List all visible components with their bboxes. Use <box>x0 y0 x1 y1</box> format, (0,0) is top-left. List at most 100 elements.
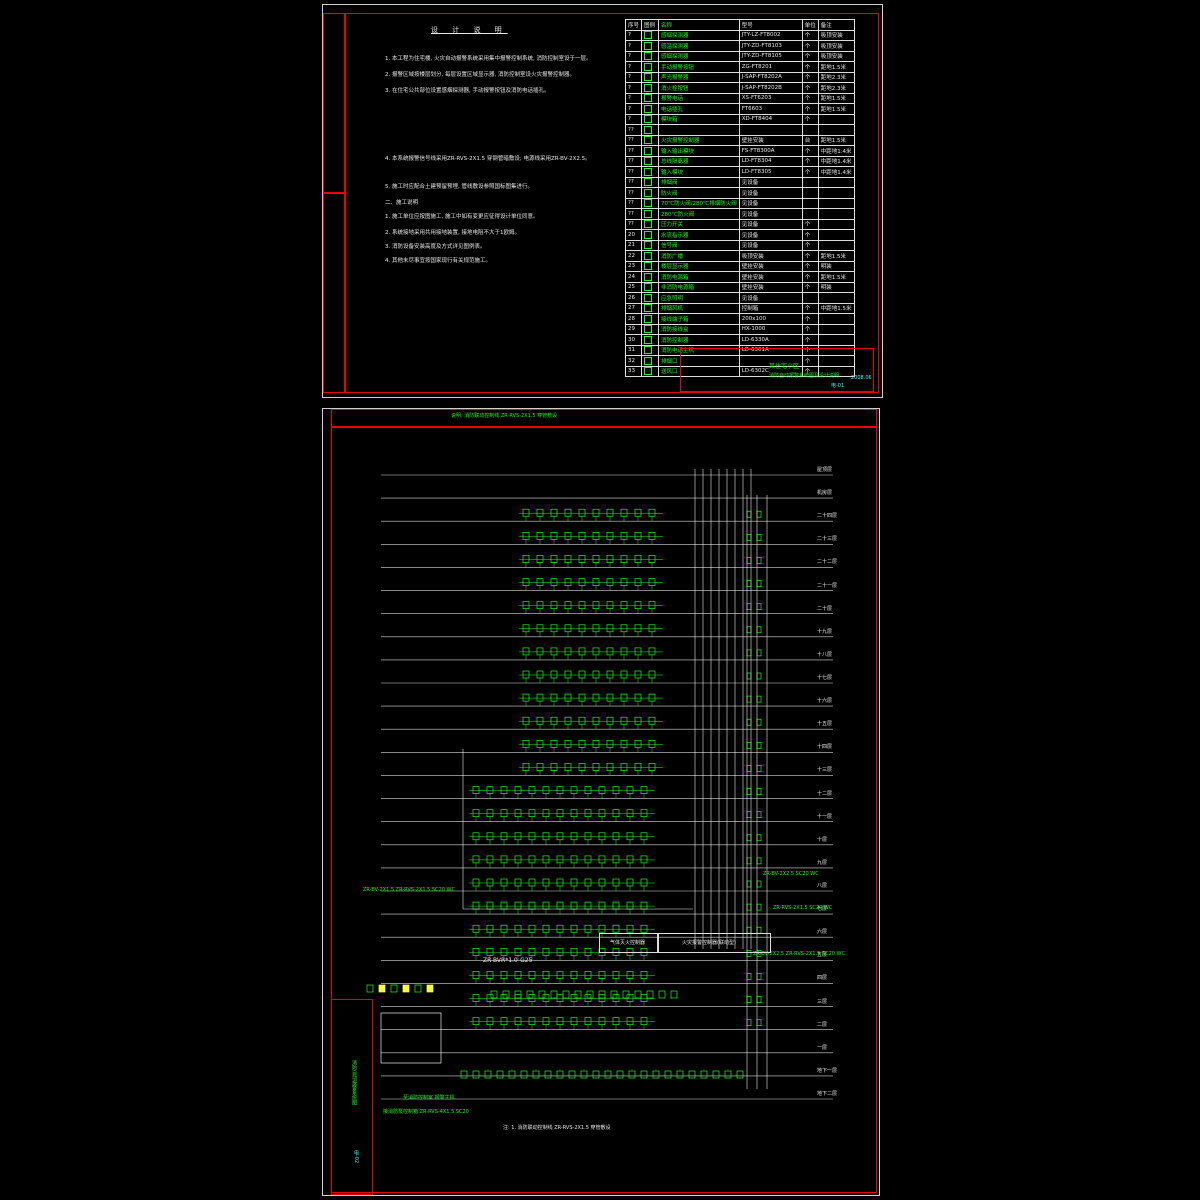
legend-index: ? <box>624 92 643 104</box>
legend-remark <box>817 176 855 188</box>
device-icon <box>640 809 648 818</box>
legend-remark <box>817 208 855 220</box>
device-icon <box>606 670 614 679</box>
device-icon <box>486 878 494 887</box>
device-icon <box>584 855 592 864</box>
module-icon <box>756 903 762 911</box>
device-icon <box>626 901 634 910</box>
device-symbol-icon <box>644 335 653 344</box>
device-icon <box>472 947 480 956</box>
device-icon <box>592 739 600 748</box>
device-icon <box>724 1070 732 1079</box>
device-icon <box>634 578 642 586</box>
page-title: 设 计 说 明 <box>431 26 508 34</box>
device-icon <box>640 924 648 933</box>
device-icon <box>606 716 614 725</box>
device-icon <box>556 947 564 956</box>
legend-symbol <box>641 260 660 272</box>
device-icon <box>606 508 614 517</box>
device-icon <box>584 1017 592 1026</box>
floor-label: 十层 <box>817 836 828 843</box>
device-icon <box>536 601 544 610</box>
device-icon <box>584 901 592 910</box>
device-icon <box>472 855 480 864</box>
device-symbol-icon <box>644 367 653 376</box>
device-icon <box>522 739 530 748</box>
module-icon <box>746 510 752 518</box>
legend-symbol <box>641 103 660 115</box>
floor-label: 二十二层 <box>817 559 838 566</box>
legend-row: 30 消防控制器 LD-6330A 个 <box>624 334 855 346</box>
floor-label: 十一层 <box>817 813 833 820</box>
device-icon <box>564 693 572 702</box>
device-icon <box>536 578 544 586</box>
device-icon <box>570 971 578 979</box>
device-icon <box>648 739 656 748</box>
module-icon <box>756 788 762 795</box>
legend-symbol <box>641 134 660 146</box>
legend-symbol <box>641 29 660 41</box>
device-icon <box>426 984 434 993</box>
module-icon <box>746 834 752 842</box>
device-icon <box>556 1070 564 1079</box>
device-icon <box>522 716 530 725</box>
device-icon <box>542 901 550 910</box>
legend-model: 见设备 <box>738 229 803 241</box>
device-symbol-icon <box>644 314 653 323</box>
device-icon <box>550 990 558 999</box>
device-icon <box>570 809 578 818</box>
legend-name: 报警电话 <box>658 92 740 104</box>
device-icon <box>522 693 530 702</box>
module-icon <box>756 973 762 980</box>
device-icon <box>578 647 586 656</box>
legend-row: ? 消火栓按钮 J-SAP-FT8202B 个距地2.3米 <box>624 82 855 94</box>
module-icon <box>746 533 752 541</box>
device-icon <box>472 1017 480 1026</box>
legend-remark <box>817 113 855 125</box>
device-icon <box>640 971 648 979</box>
floor-label: 机房层 <box>817 490 833 497</box>
legend-index: ? <box>624 71 643 83</box>
device-icon <box>486 924 494 933</box>
cable-label: ZR-BVR*1.0-G25 <box>483 957 533 964</box>
gas-control-box: 气体灭火控制器 <box>599 933 659 953</box>
device-icon <box>486 1017 494 1026</box>
device-icon <box>634 647 642 656</box>
legend-unit: 个 <box>801 218 819 230</box>
legend-unit: 个 <box>801 50 819 62</box>
main-control-box: 火灾报警控制器(联动型) <box>657 933 771 953</box>
legend-unit <box>801 197 819 209</box>
device-icon <box>634 739 642 748</box>
legend-name: 感烟探测器 <box>658 29 740 41</box>
legend-index: ?? <box>624 208 643 220</box>
module-icon <box>756 672 762 680</box>
title-block: 消防自动报警系统图 电-02 <box>331 999 373 1195</box>
device-icon <box>620 601 628 610</box>
device-icon <box>536 647 544 656</box>
device-icon <box>592 531 600 540</box>
device-icon <box>604 1070 612 1079</box>
legend-remark: 备注 <box>817 19 855 31</box>
legend-symbol <box>641 71 660 83</box>
device-symbol-icon <box>644 146 653 155</box>
legend-name: 输入模块 <box>658 166 740 178</box>
device-icon <box>634 763 642 771</box>
legend-unit: 个 <box>801 334 819 346</box>
device-icon <box>564 578 572 586</box>
legend-symbol <box>641 40 660 52</box>
device-icon <box>536 670 544 679</box>
device-icon <box>536 716 544 725</box>
legend-model: LD-6330A <box>738 334 803 346</box>
pump-room-frame <box>380 1012 442 1064</box>
legend-name: 楼层显示器 <box>658 260 740 272</box>
device-icon <box>712 1070 720 1079</box>
device-icon <box>514 855 522 864</box>
device-symbol-icon <box>644 41 653 50</box>
device-icon <box>556 832 564 841</box>
legend-symbol <box>641 82 660 94</box>
legend-name: 名称 <box>658 19 740 31</box>
note-item: 4. 本系统报警信号线采用ZR-RVS-2X1.5 穿钢管暗敷设; 电源线采用Z… <box>385 156 591 162</box>
device-icon <box>542 786 550 794</box>
device-icon <box>646 990 654 999</box>
device-icon <box>522 763 530 771</box>
